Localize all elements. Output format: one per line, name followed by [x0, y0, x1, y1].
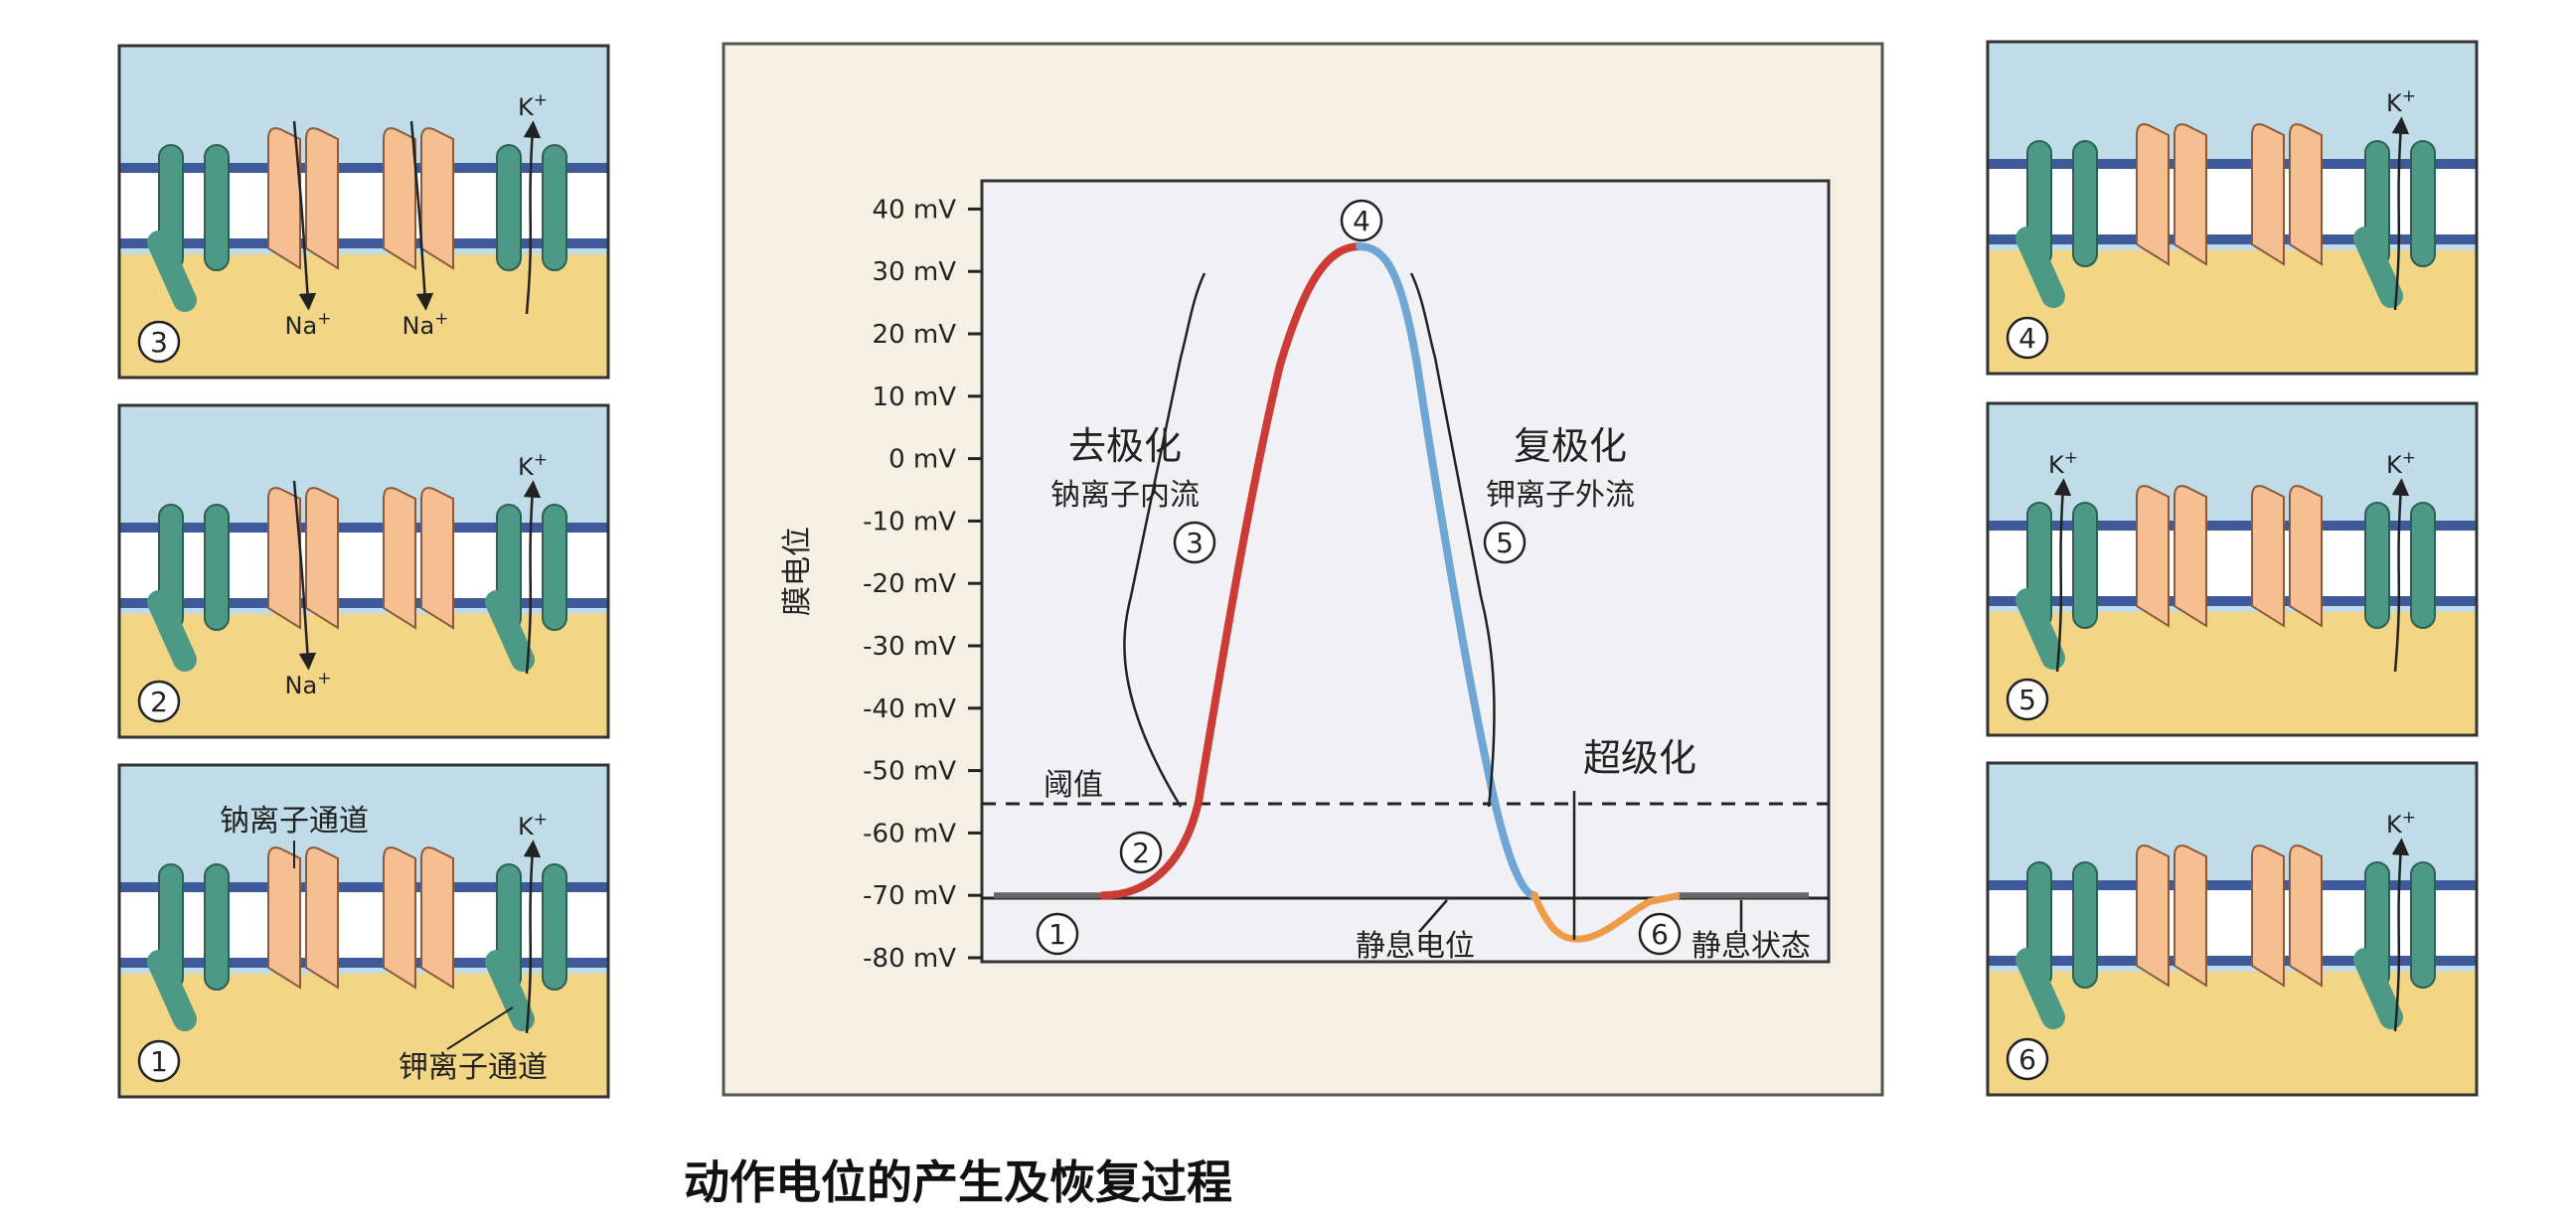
- potassium-channel-icon: [2410, 140, 2436, 267]
- svg-text:1: 1: [1048, 918, 1066, 951]
- membrane-panel-6: K+6: [1986, 761, 2479, 1097]
- marker-6: 6: [1638, 912, 1682, 956]
- potassium-channel-icon: [2072, 140, 2098, 267]
- panel-number: 2: [150, 686, 168, 718]
- sodium-channel-icon: [420, 487, 454, 630]
- potassium-channel-icon: [542, 863, 567, 991]
- y-tick-label: -40 mV: [863, 694, 956, 724]
- marker-4: 4: [1340, 199, 1383, 242]
- figure-caption: 动作电位的产生及恢复过程: [684, 1155, 1232, 1209]
- panel-number: 6: [2018, 1043, 2036, 1076]
- membrane-icon: [120, 531, 607, 600]
- membrane-panel-4: K+4: [1986, 40, 2479, 376]
- marker-3: 3: [1173, 521, 1216, 564]
- sodium-channel-icon: [305, 846, 339, 990]
- sodium-channel-icon: [420, 127, 454, 270]
- membrane-icon: [1989, 888, 2476, 958]
- action-potential-chart: 膜电位 40 mV 30 mV 20 mV 10 mV 0 mV -10 mV -20 mV…: [722, 42, 1884, 1097]
- sodium-channel-icon: [383, 487, 416, 630]
- depolarization-sublabel: 钠离子内流: [1050, 478, 1200, 513]
- resting-potential-label: 静息电位: [1356, 929, 1475, 964]
- potassium-channel-icon: [496, 144, 522, 271]
- sodium-channel-icon: [2174, 123, 2207, 266]
- membrane-icon: [1989, 167, 2476, 236]
- membrane-panel-1: K+钠离子通道钾离子通道1: [117, 763, 610, 1099]
- svg-text:5: 5: [1496, 527, 1514, 559]
- sodium-channel-icon: [2136, 844, 2170, 988]
- y-tick-label: 40 mV: [873, 195, 957, 225]
- membrane-panel-2: Na+K+2: [117, 403, 610, 739]
- svg-text:6: 6: [1651, 918, 1669, 951]
- sodium-channel-icon: [2289, 844, 2323, 988]
- sodium-channel-icon: [305, 127, 339, 270]
- marker-5: 5: [1483, 521, 1527, 564]
- panel-number: 1: [150, 1045, 168, 1078]
- potassium-channel-icon: [2410, 861, 2436, 989]
- marker-1: 1: [1036, 912, 1079, 956]
- sodium-channel-icon: [2174, 844, 2207, 988]
- svg-text:3: 3: [1186, 527, 1204, 559]
- panel-number: 4: [2018, 322, 2036, 355]
- threshold-label: 阈值: [1044, 768, 1103, 803]
- membrane-icon: [120, 171, 607, 240]
- sodium-channel-icon: [267, 846, 301, 990]
- panel-number: 5: [2018, 684, 2036, 716]
- potassium-channel-icon: [2410, 502, 2436, 629]
- sodium-channel-icon: [2251, 844, 2285, 988]
- y-tick-label: -50 mV: [863, 757, 956, 787]
- membrane-panel-5: K+ K+5: [1986, 401, 2479, 737]
- potassium-channel-icon: [204, 504, 230, 631]
- y-axis-label: 膜电位: [780, 527, 815, 616]
- y-tick-label: 0 mV: [888, 445, 956, 475]
- sodium-channel-icon: [383, 127, 416, 270]
- y-tick-label: -60 mV: [863, 819, 956, 848]
- membrane-panel-3: Na+ Na+K+3: [117, 44, 610, 380]
- y-tick-label: 30 mV: [873, 257, 957, 287]
- potassium-channel-icon: [542, 504, 567, 631]
- potassium-channel-icon: [2072, 861, 2098, 989]
- y-tick-label: 20 mV: [873, 320, 957, 350]
- sodium-channel-icon: [2136, 123, 2170, 266]
- svg-text:4: 4: [1353, 205, 1370, 237]
- svg-text:2: 2: [1132, 837, 1150, 869]
- y-tick-label: -10 mV: [863, 507, 956, 537]
- potassium-channel-icon: [542, 144, 567, 271]
- depolarization-label: 去极化: [1068, 424, 1182, 468]
- y-tick-label: -80 mV: [863, 944, 956, 974]
- sodium-channel-icon: [420, 846, 454, 990]
- y-tick-label: 10 mV: [873, 383, 957, 412]
- y-tick-label: -70 mV: [863, 881, 956, 911]
- potassium-channel-icon: [204, 144, 230, 271]
- membrane-icon: [120, 890, 607, 960]
- potassium-channel-icon: [2072, 502, 2098, 629]
- sodium-channel-icon: [2174, 485, 2207, 628]
- sodium-channel-icon: [2289, 485, 2323, 628]
- repolarization-label: 复极化: [1514, 424, 1627, 468]
- action-potential-figure: 膜电位 40 mV 30 mV 20 mV 10 mV 0 mV -10 mV -20 mV…: [117, 40, 2479, 1209]
- y-tick-label: -20 mV: [863, 569, 956, 599]
- sodium-channel-label: 钠离子通道: [220, 804, 369, 839]
- potassium-channel-icon: [204, 863, 230, 991]
- potassium-channel-icon: [2364, 502, 2390, 629]
- sodium-channel-icon: [2289, 123, 2323, 266]
- sodium-channel-icon: [2251, 123, 2285, 266]
- resting-state-label: 静息状态: [1691, 929, 1811, 964]
- potassium-channel-label: 钾离子通道: [399, 1050, 548, 1085]
- repolarization-sublabel: 钾离子外流: [1486, 478, 1635, 513]
- sodium-channel-icon: [2251, 485, 2285, 628]
- hyperpolarization-label: 超级化: [1583, 736, 1696, 780]
- y-tick-label: -30 mV: [863, 632, 956, 662]
- sodium-channel-icon: [2136, 485, 2170, 628]
- marker-2: 2: [1119, 831, 1163, 874]
- panel-number: 3: [150, 326, 168, 359]
- sodium-channel-icon: [305, 487, 339, 630]
- sodium-channel-icon: [383, 846, 416, 990]
